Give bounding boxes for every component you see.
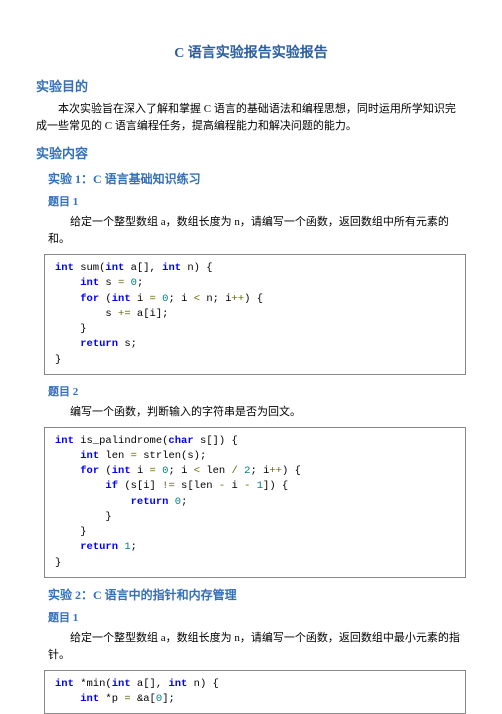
exp1-q2-text: 编写一个函数，判断输入的字符串是否为回文。 bbox=[36, 404, 466, 421]
exp1-q1-heading: 题目 1 bbox=[36, 193, 466, 209]
code-block-sum: int sum(int a[], int n) { int s = 0; for… bbox=[44, 254, 466, 375]
code-block-min: int *min(int a[], int n) { int *p = &a[0… bbox=[44, 670, 466, 714]
exp2-q1-heading: 题目 1 bbox=[36, 609, 466, 625]
code-block-palindrome: int is_palindrome(char s[]) { int len = … bbox=[44, 427, 466, 578]
exp2-heading: 实验 2：C 语言中的指针和内存管理 bbox=[36, 586, 466, 603]
section-purpose-heading: 实验目的 bbox=[36, 76, 466, 95]
purpose-text: 本次实验旨在深入了解和掌握 C 语言的基础语法和编程思想，同时运用所学知识完成一… bbox=[36, 101, 466, 135]
exp1-q2-heading: 题目 2 bbox=[36, 383, 466, 399]
section-content-heading: 实验内容 bbox=[36, 143, 466, 162]
doc-title: C 语言实验报告实验报告 bbox=[36, 42, 466, 62]
exp1-q1-text: 给定一个整型数组 a，数组长度为 n，请编写一个函数，返回数组中所有元素的和。 bbox=[36, 214, 466, 248]
exp1-heading: 实验 1：C 语言基础知识练习 bbox=[36, 170, 466, 187]
exp2-q1-text: 给定一个整型数组 a，数组长度为 n，请编写一个函数，返回数组中最小元素的指针。 bbox=[36, 630, 466, 664]
